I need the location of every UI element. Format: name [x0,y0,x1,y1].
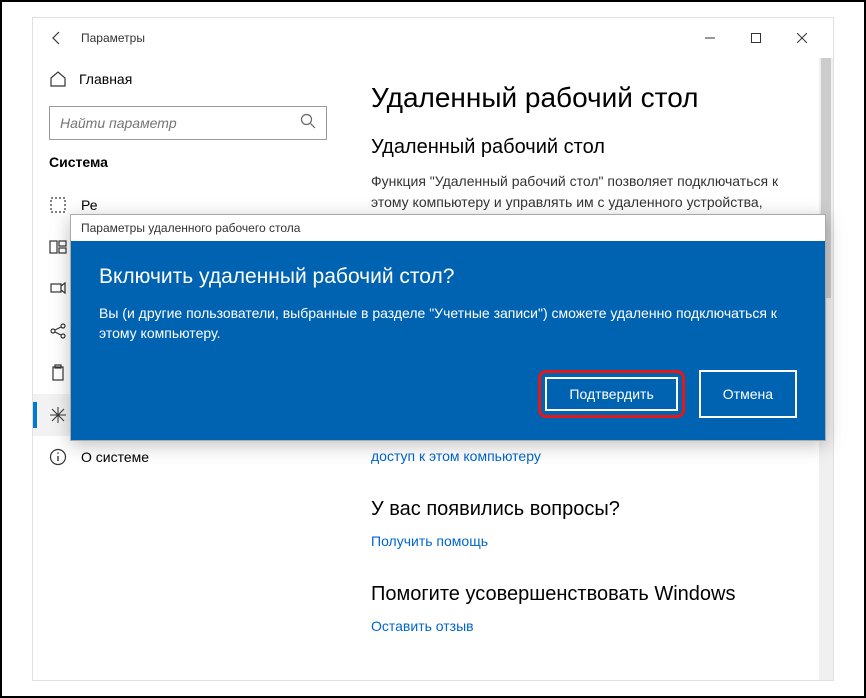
highlight-annotation: Подтвердить [538,370,684,418]
info-icon [49,448,67,466]
dialog-titlebar: Параметры удаленного рабочего стола [71,215,825,241]
back-button[interactable] [41,22,73,54]
close-button[interactable] [779,22,825,54]
section-heading: Удаленный рабочий стол [371,136,805,159]
search-input[interactable] [49,106,327,140]
dialog-title: Включить удаленный рабочий стол? [99,265,797,289]
sidebar-item-label: О системе [81,449,149,465]
section-heading: Помогите усовершенствовать Windows [371,583,805,606]
sidebar-item-about[interactable]: О системе [33,436,343,478]
section-heading: У вас появились вопросы? [371,498,805,521]
section-label: Система [49,154,327,170]
confirmation-dialog: Параметры удаленного рабочего стола Вклю… [70,214,826,441]
multitask-icon [49,238,67,256]
sidebar-item-label: Ре [81,197,98,213]
page-title: Удаленный рабочий стол [371,82,805,114]
shared-icon [49,322,67,340]
help-link[interactable]: Получить помощь [371,533,488,549]
cancel-button[interactable]: Отмена [699,370,797,418]
outline-icon [49,196,67,214]
clipboard-icon [49,364,67,382]
maximize-button[interactable] [733,22,779,54]
search-field[interactable] [60,115,300,131]
project-icon [49,280,67,298]
confirm-button[interactable]: Подтвердить [545,377,677,411]
feedback-link[interactable]: Оставить отзыв [371,618,474,634]
search-icon [300,113,316,134]
window-title: Параметры [81,31,145,45]
titlebar: Параметры [33,18,833,58]
access-link[interactable]: доступ к этом компьютеру [371,448,541,464]
home-icon [49,70,67,88]
remote-desktop-icon [49,406,67,424]
home-label: Главная [79,71,132,87]
dialog-message: Вы (и другие пользователи, выбранные в р… [99,303,797,344]
minimize-button[interactable] [687,22,733,54]
home-link[interactable]: Главная [49,58,327,100]
description-text: Функция "Удаленный рабочий стол" позволя… [371,171,805,213]
